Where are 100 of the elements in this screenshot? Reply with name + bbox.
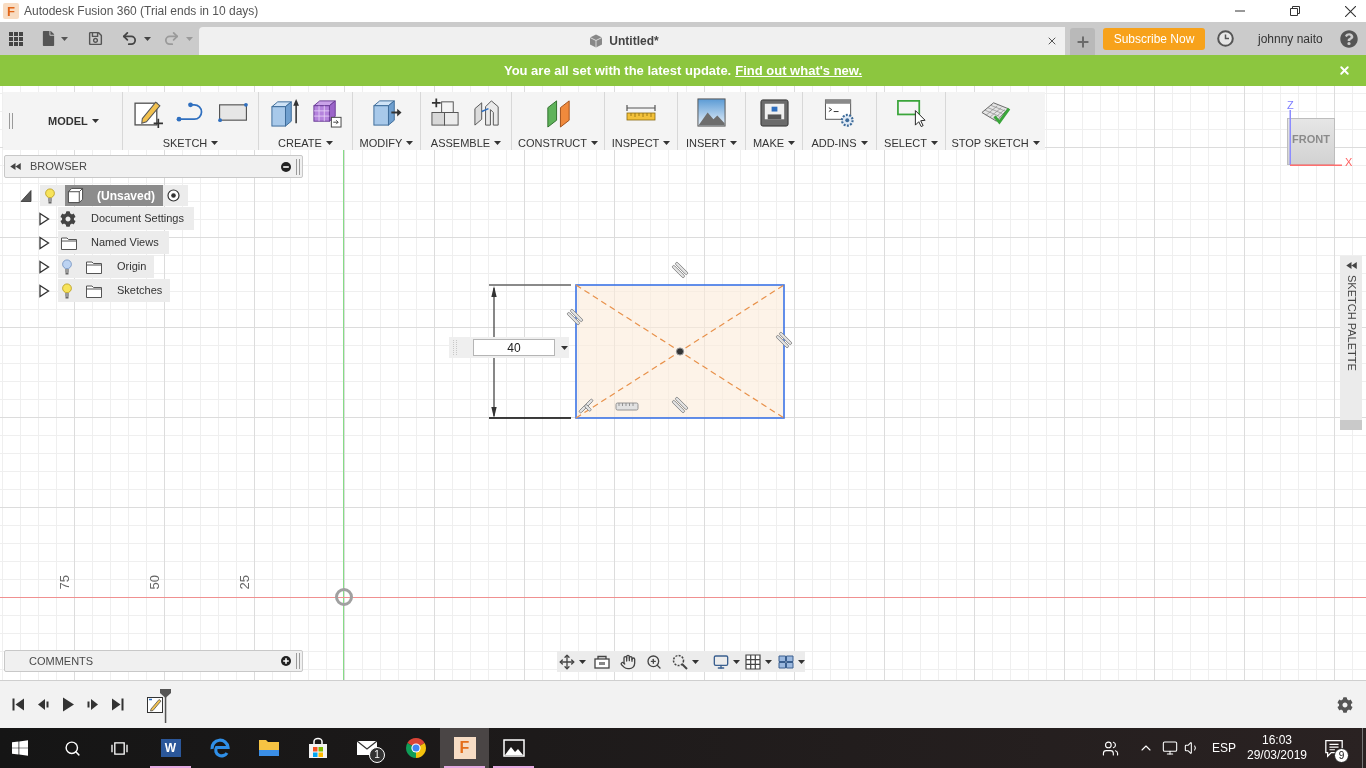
perpendicular-constraint-icon[interactable] (578, 398, 594, 414)
minus-circle-icon[interactable] (281, 161, 291, 172)
mesh-cube-icon[interactable] (311, 97, 342, 128)
printer-icon[interactable] (758, 97, 790, 128)
dimension-line[interactable] (491, 286, 497, 418)
restore-icon[interactable] (1289, 6, 1300, 16)
disclosure-triangle-icon[interactable] (20, 188, 32, 203)
disclosure-triangle-icon[interactable] (38, 259, 50, 274)
disclosure-triangle-icon[interactable] (38, 211, 50, 226)
box-arrow-up-icon[interactable] (269, 97, 300, 128)
grip-icon[interactable] (296, 653, 300, 669)
pan-hand-icon[interactable] (620, 653, 636, 670)
browser-tree-row[interactable]: Document Settings (58, 207, 194, 230)
blocks-plus-icon[interactable] (429, 97, 461, 128)
toolbar-menu-button[interactable]: MAKE (752, 136, 796, 150)
clock-icon[interactable] (1217, 30, 1234, 47)
toolbar-menu-button[interactable]: INSERT (685, 136, 738, 150)
toolbar-menu-button[interactable]: ADD-INS (811, 136, 868, 150)
tree-item-label: Sketches (117, 283, 163, 299)
close-tab-icon[interactable] (1046, 35, 1058, 47)
play-icon[interactable] (61, 697, 74, 712)
caret-icon (788, 141, 796, 145)
minimize-icon[interactable] (1234, 10, 1245, 12)
activate-radio-icon[interactable] (167, 189, 180, 202)
grid-icon[interactable] (745, 653, 761, 670)
task-view-icon[interactable] (110, 740, 128, 756)
playhead-marker[interactable] (160, 689, 171, 723)
briefcase-icon[interactable] (594, 653, 610, 670)
disclosure-triangle-icon[interactable] (38, 283, 50, 298)
start-icon[interactable] (12, 740, 28, 756)
box-arrow-right-icon[interactable] (371, 97, 402, 128)
browser-tree-row[interactable]: Named Views (58, 231, 169, 254)
close-icon[interactable] (1345, 5, 1356, 17)
resize-handle[interactable] (1340, 420, 1362, 430)
parallel-constraint-icon[interactable] (775, 331, 793, 349)
toolbar-menu-button[interactable]: SKETCH (162, 136, 219, 150)
toolbar-menu-button[interactable]: INSPECT (611, 136, 671, 150)
monitor-icon[interactable] (1162, 740, 1178, 756)
toolbar-menu-button[interactable]: SELECT (884, 136, 938, 150)
settings-icon[interactable] (1337, 696, 1353, 713)
parallel-constraint-icon[interactable] (566, 308, 584, 326)
origin-ring-icon[interactable] (334, 587, 354, 607)
swirl-logo-icon (208, 737, 231, 759)
toolbar-menu-button[interactable]: CREATE (278, 136, 333, 150)
pencil-square-icon[interactable] (147, 696, 163, 713)
caret-icon (765, 659, 772, 664)
parallel-constraint-icon[interactable] (671, 261, 689, 279)
document-tab[interactable]: Untitled* (199, 27, 1065, 55)
language-indicator[interactable]: ESP (1212, 739, 1236, 757)
folder-icon (61, 235, 77, 250)
zoom-in-icon[interactable] (646, 653, 662, 670)
clock-area[interactable]: 16:03 29/03/2019 (1244, 733, 1310, 763)
picture-icon[interactable] (696, 97, 727, 128)
center-point-icon[interactable] (675, 347, 685, 356)
selection-cursor-icon[interactable] (895, 97, 927, 128)
browser-tree-row[interactable]: Origin (58, 255, 155, 278)
save-icon[interactable] (88, 31, 103, 46)
collapse-panel-icon[interactable] (1345, 262, 1357, 269)
grip-icon[interactable] (453, 339, 457, 356)
file-icon[interactable] (41, 31, 56, 46)
skip-to-end-icon[interactable] (111, 698, 124, 711)
dimension-input[interactable]: 40 (473, 339, 555, 356)
rectangle-tool-icon[interactable] (216, 101, 249, 124)
parallel-constraint-icon[interactable] (671, 396, 689, 414)
new-tab-button[interactable] (1070, 28, 1095, 55)
comments-title: COMMENTS (29, 653, 94, 669)
toolbar-menu-button[interactable]: MODIFY (359, 136, 414, 150)
window-title: Autodesk Fusion 360 (Trial ends in 10 days) (24, 3, 259, 20)
help-icon[interactable] (1340, 29, 1358, 48)
notification-icon[interactable] (1324, 738, 1344, 758)
user-name[interactable]: johnny naito (1258, 29, 1323, 48)
app-logo: F (3, 3, 19, 19)
shopping-bag-icon (306, 737, 329, 759)
skip-to-start-icon[interactable] (11, 698, 24, 711)
browser-tree-row[interactable]: Sketches (58, 279, 171, 302)
sketch-palette-tab[interactable]: SKETCH PALETTE (1340, 256, 1362, 430)
caret-icon (91, 119, 99, 123)
taskbar-button[interactable]: W (146, 728, 195, 768)
z-axis-label: Z (1287, 100, 1294, 111)
toolbar-menu-button[interactable]: STOP SKETCH (951, 136, 1040, 150)
step-forward-icon[interactable] (86, 698, 99, 711)
apps-grid-icon[interactable] (9, 31, 23, 46)
step-back-icon[interactable] (36, 698, 49, 711)
grip-icon[interactable] (296, 158, 300, 175)
disclosure-triangle-icon[interactable] (38, 235, 50, 250)
search-icon[interactable] (63, 739, 81, 757)
people-icon[interactable] (1101, 739, 1119, 757)
collapse-panel-icon[interactable] (10, 163, 21, 170)
move-arrows-icon[interactable] (559, 653, 575, 670)
toolbar-menu-button[interactable]: ASSEMBLE (430, 136, 502, 150)
undo-icon[interactable] (121, 30, 138, 47)
plus-circle-icon[interactable] (281, 656, 291, 666)
ruler-icon[interactable] (625, 102, 657, 123)
workspace-menu-button[interactable]: MODEL (48, 112, 99, 130)
taskbar-button[interactable]: 1 (342, 728, 391, 768)
script-window-icon[interactable] (824, 97, 855, 128)
four-panes-icon[interactable] (778, 653, 794, 670)
horizontal-constraint-icon[interactable] (615, 402, 639, 411)
toolbar-menu-button[interactable]: CONSTRUCT (517, 136, 599, 150)
dashed-magnifier-icon[interactable] (672, 653, 688, 670)
